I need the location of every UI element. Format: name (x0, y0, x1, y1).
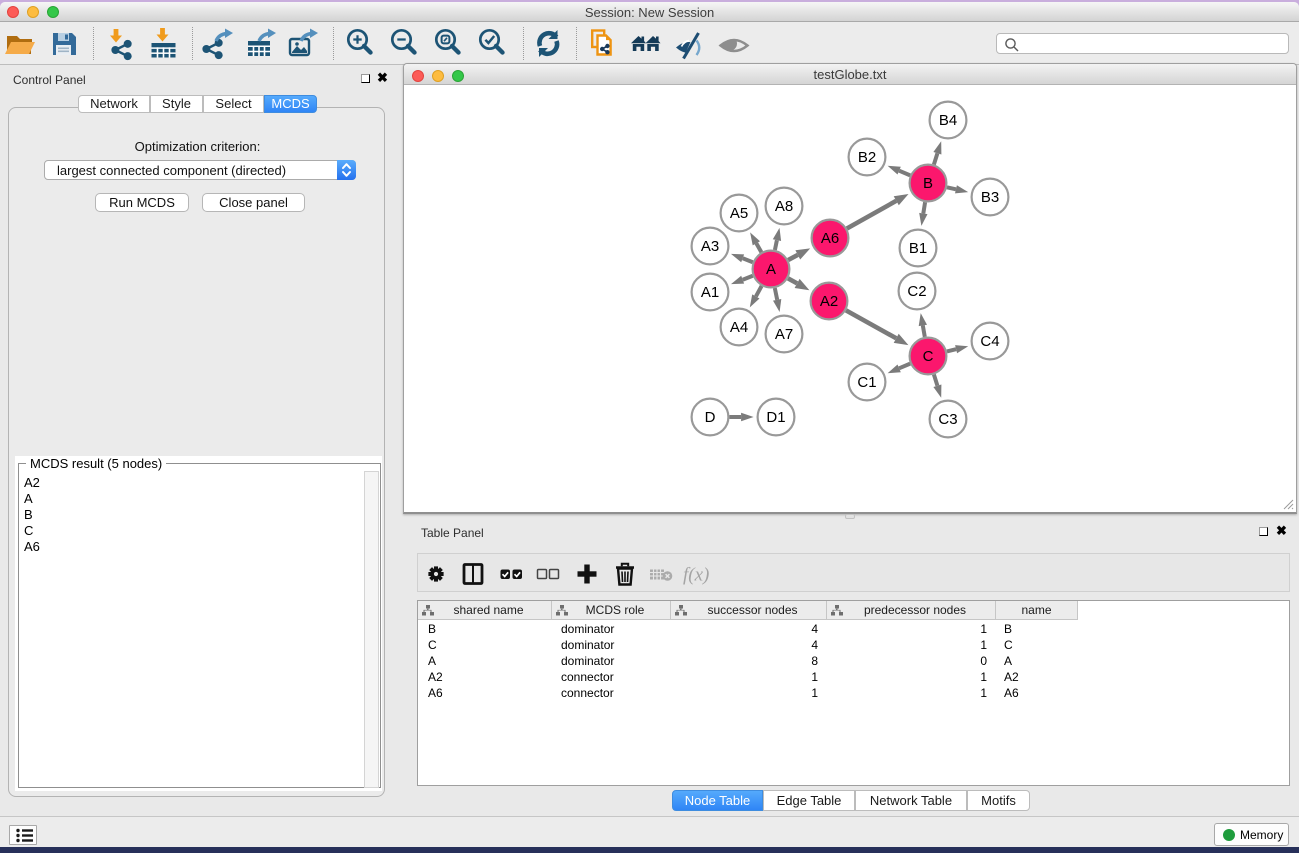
svg-text:B2: B2 (858, 149, 876, 166)
svg-text:A3: A3 (701, 238, 719, 255)
svg-text:C3: C3 (938, 411, 957, 428)
svg-text:B1: B1 (909, 240, 927, 257)
svg-text:C2: C2 (907, 283, 926, 300)
svg-text:f(x): f(x) (683, 565, 709, 586)
svg-text:A1: A1 (701, 284, 719, 301)
svg-text:C4: C4 (980, 333, 999, 350)
svg-text:D1: D1 (766, 409, 785, 426)
svg-text:D: D (705, 409, 716, 426)
svg-text:B: B (923, 175, 933, 192)
svg-text:A5: A5 (730, 205, 748, 222)
svg-text:C: C (923, 348, 934, 365)
svg-text:A8: A8 (775, 198, 793, 215)
svg-text:C1: C1 (857, 374, 876, 391)
svg-text:A7: A7 (775, 326, 793, 343)
svg-text:A: A (766, 261, 776, 278)
svg-text:A2: A2 (820, 293, 838, 310)
svg-text:A4: A4 (730, 319, 748, 336)
svg-text:A6: A6 (821, 230, 839, 247)
svg-text:B3: B3 (981, 189, 999, 206)
svg-text:B4: B4 (939, 112, 957, 129)
